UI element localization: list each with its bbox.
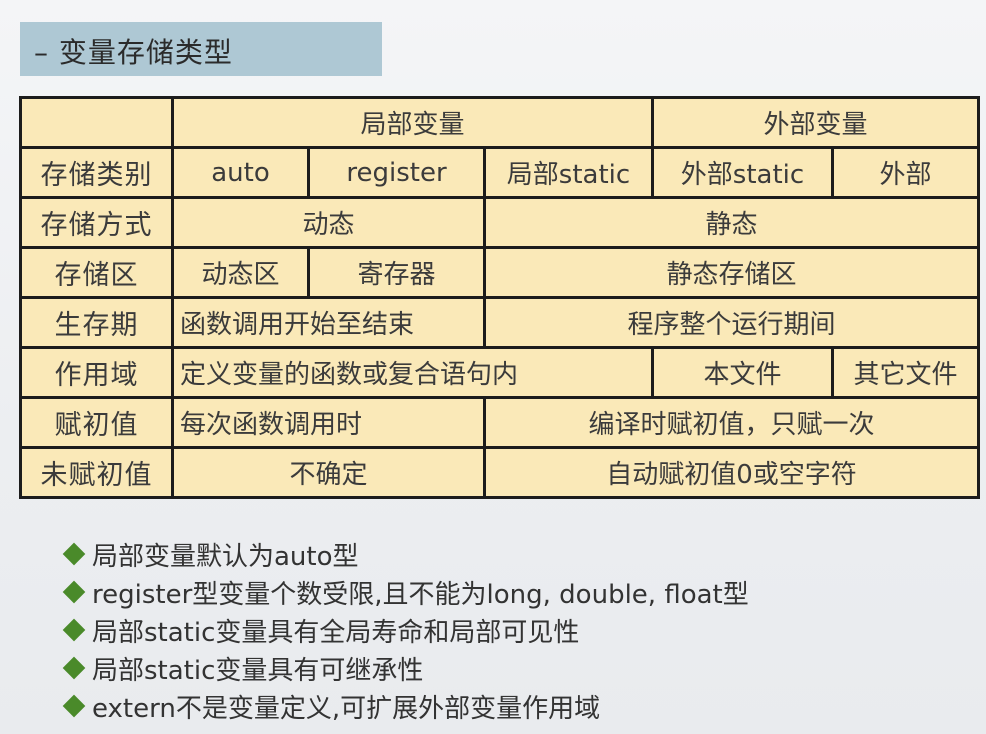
- table-row: 存储方式 动态 静态: [19, 196, 980, 249]
- cell-lifetime-local: 函数调用开始至结束: [171, 296, 486, 349]
- diamond-bullet-icon: [62, 542, 86, 566]
- table-row: 生存期 函数调用开始至结束 程序整个运行期间: [19, 296, 980, 349]
- table-row: 未赋初值 不确定 自动赋初值0或空字符: [19, 446, 980, 499]
- cell-scope-this-file: 本文件: [651, 346, 834, 399]
- row-label-lifetime: 生存期: [19, 296, 174, 349]
- title-bar: – 变量存储类型: [20, 22, 382, 76]
- cell-external: 外部: [831, 146, 980, 199]
- cell-static: 静态: [483, 196, 980, 249]
- list-item: 局部static变量具有可继承性: [60, 649, 749, 687]
- cell-auto: auto: [171, 146, 310, 199]
- table-row: 存储类别 auto register 局部static 外部static 外部: [19, 146, 980, 199]
- table-row: 局部变量 外部变量: [19, 96, 980, 149]
- cell-scope-other-files: 其它文件: [831, 346, 980, 399]
- table-row: 赋初值 每次函数调用时 编译时赋初值，只赋一次: [19, 396, 980, 449]
- list-item: 局部static变量具有全局寿命和局部可见性: [60, 611, 749, 649]
- list-item: extern不是变量定义,可扩展外部变量作用域: [60, 687, 749, 725]
- diamond-bullet-icon: [62, 656, 86, 680]
- cell-uninit-local: 不确定: [171, 446, 486, 499]
- cell-local-static: 局部static: [483, 146, 654, 199]
- diamond-bullet-icon: [62, 694, 86, 718]
- row-label-storage-area: 存储区: [19, 246, 174, 299]
- cell-init-local: 每次函数调用时: [171, 396, 486, 449]
- table-row: 作用域 定义变量的函数或复合语句内 本文件 其它文件: [19, 346, 980, 399]
- cell-static-storage-area: 静态存储区: [483, 246, 980, 299]
- row-label-uninitialized: 未赋初值: [19, 446, 174, 499]
- cell-register-area: 寄存器: [307, 246, 486, 299]
- cell-scope-local: 定义变量的函数或复合语句内: [171, 346, 654, 399]
- row-label-scope: 作用域: [19, 346, 174, 399]
- diamond-bullet-icon: [62, 580, 86, 604]
- cell-dynamic-area: 动态区: [171, 246, 310, 299]
- header-external-vars: 外部变量: [651, 96, 980, 149]
- table-row: 存储区 动态区 寄存器 静态存储区: [19, 246, 980, 299]
- cell-lifetime-global: 程序整个运行期间: [483, 296, 980, 349]
- cell-init-static: 编译时赋初值，只赋一次: [483, 396, 980, 449]
- row-label-storage-mode: 存储方式: [19, 196, 174, 249]
- row-label-storage-class: 存储类别: [19, 146, 174, 199]
- table-corner-cell: [19, 96, 174, 149]
- cell-external-static: 外部static: [651, 146, 834, 199]
- cell-uninit-static: 自动赋初值0或空字符: [483, 446, 980, 499]
- list-item: register型变量个数受限,且不能为long, double, float型: [60, 573, 749, 611]
- page-title: – 变量存储类型: [34, 36, 233, 69]
- header-local-vars: 局部变量: [171, 96, 654, 149]
- cell-register: register: [307, 146, 486, 199]
- cell-dynamic: 动态: [171, 196, 486, 249]
- bullet-list: 局部变量默认为auto型 register型变量个数受限,且不能为long, d…: [60, 535, 749, 725]
- row-label-initial-value: 赋初值: [19, 396, 174, 449]
- storage-type-table: 局部变量 外部变量 存储类别 auto register 局部static 外部…: [19, 96, 980, 499]
- list-item: 局部变量默认为auto型: [60, 535, 749, 573]
- diamond-bullet-icon: [62, 618, 86, 642]
